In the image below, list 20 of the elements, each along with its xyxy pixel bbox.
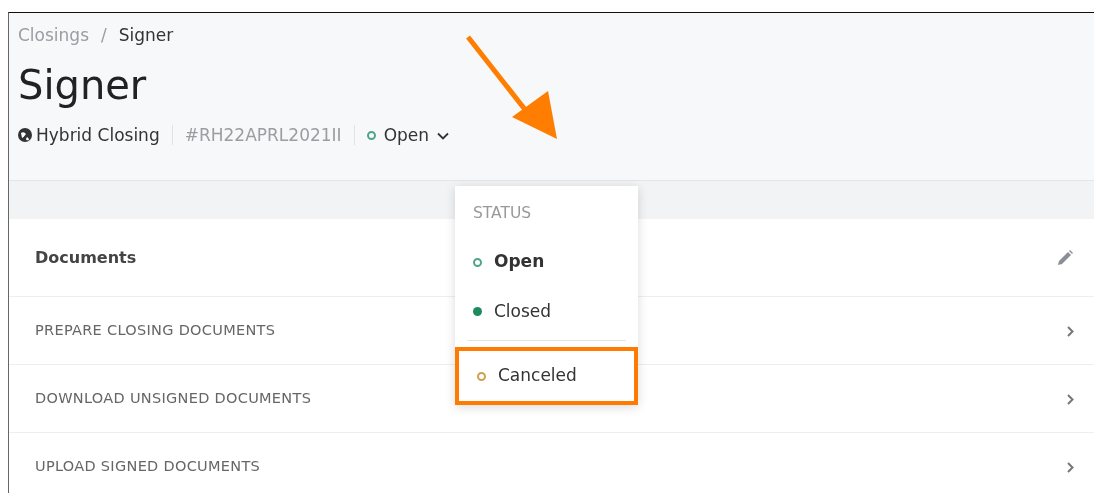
status-option[interactable]: Canceled bbox=[455, 347, 638, 405]
status-dropdown[interactable]: Open bbox=[383, 122, 430, 148]
caret-icon[interactable] bbox=[437, 131, 450, 140]
status-option[interactable]: Open bbox=[455, 237, 638, 287]
page-title: Signer bbox=[18, 60, 148, 109]
reference-number: #RH22APRL2021II bbox=[184, 123, 342, 147]
chevron-right-icon bbox=[1067, 461, 1074, 473]
chevron-right-icon bbox=[1067, 393, 1074, 405]
menu-heading: STATUS bbox=[472, 203, 533, 224]
status-option[interactable]: Closed bbox=[455, 286, 638, 337]
closing-type: Hybrid Closing bbox=[36, 123, 160, 147]
document-link[interactable]: DOWNLOAD UNSIGNED DOCUMENTS bbox=[35, 387, 312, 410]
globe-icon bbox=[18, 128, 32, 143]
document-link[interactable]: PREPARE CLOSING DOCUMENTS bbox=[35, 319, 276, 342]
chevron-right-icon bbox=[1067, 325, 1074, 337]
document-link[interactable]: UPLOAD SIGNED DOCUMENTS bbox=[35, 455, 261, 478]
edit-icon[interactable] bbox=[1056, 249, 1074, 267]
section-title: Documents bbox=[35, 246, 137, 269]
status-ring bbox=[366, 130, 376, 140]
breadcrumb-separator: / bbox=[101, 24, 107, 47]
